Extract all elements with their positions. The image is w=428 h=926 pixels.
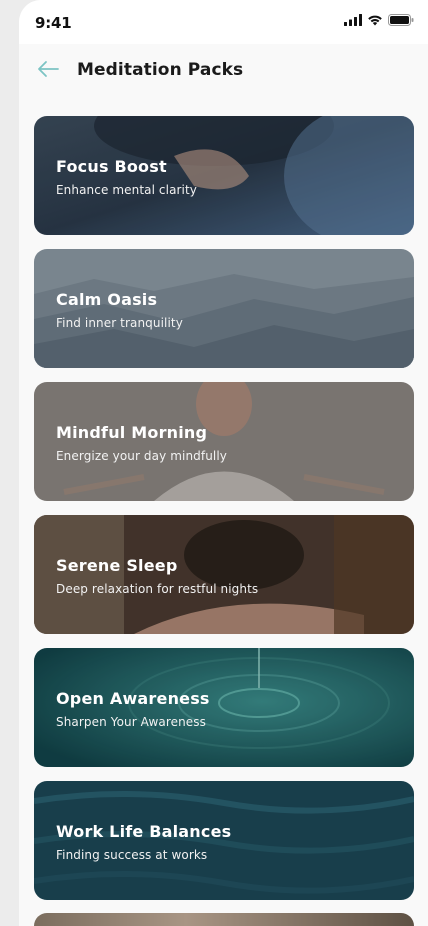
status-icons <box>344 14 414 26</box>
pack-description: Finding success at works <box>56 848 208 862</box>
phone-screen: 9:41 Meditation Packs Focus Boost Enhanc… <box>19 0 428 926</box>
pack-card-calm-oasis[interactable]: Calm Oasis Find inner tranquility <box>34 249 414 368</box>
pack-name: Serene Sleep <box>56 556 178 575</box>
status-bar: 9:41 <box>19 0 428 44</box>
back-arrow-icon <box>38 61 59 77</box>
battery-icon <box>388 14 414 26</box>
pack-name: Focus Boost <box>56 157 167 176</box>
pack-description: Find inner tranquility <box>56 316 183 330</box>
status-time: 9:41 <box>35 14 72 32</box>
pack-card-open-awareness[interactable]: Open Awareness Sharpen Your Awareness <box>34 648 414 767</box>
page-title: Meditation Packs <box>77 60 244 80</box>
back-button[interactable] <box>35 58 61 80</box>
pack-name: Open Awareness <box>56 689 210 708</box>
wifi-icon <box>368 15 382 26</box>
pack-card-partial[interactable] <box>34 913 414 926</box>
pack-card-serene-sleep[interactable]: Serene Sleep Deep relaxation for restful… <box>34 515 414 634</box>
pack-card-mindful-morning[interactable]: Mindful Morning Energize your day mindfu… <box>34 382 414 501</box>
pack-card-work-life-balances[interactable]: Work Life Balances Finding success at wo… <box>34 781 414 900</box>
pack-name: Calm Oasis <box>56 290 158 309</box>
pack-name: Mindful Morning <box>56 423 208 442</box>
app-header: Meditation Packs <box>19 44 428 96</box>
pack-description: Energize your day mindfully <box>56 449 227 463</box>
pack-description: Sharpen Your Awareness <box>56 715 206 729</box>
pack-description: Enhance mental clarity <box>56 183 197 197</box>
pack-card-focus-boost[interactable]: Focus Boost Enhance mental clarity <box>34 116 414 235</box>
pack-name: Work Life Balances <box>56 822 232 841</box>
pack-description: Deep relaxation for restful nights <box>56 582 259 596</box>
signal-icon <box>344 14 362 26</box>
